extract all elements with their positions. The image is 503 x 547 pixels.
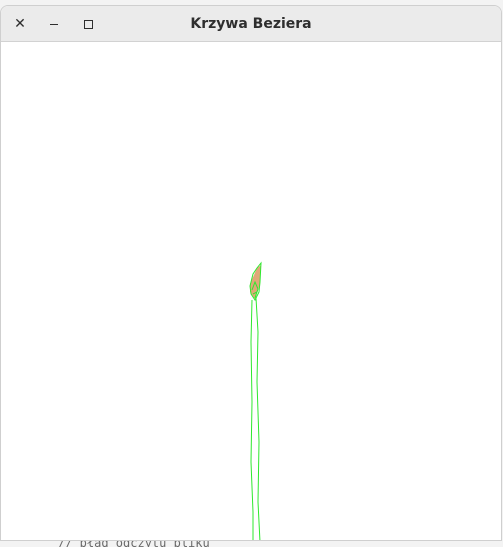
app-window: ✕ Krzywa Beziera <box>0 5 502 541</box>
window-title: Krzywa Beziera <box>190 16 312 32</box>
title-bar[interactable]: ✕ Krzywa Beziera <box>1 6 501 42</box>
desktop-background: // błąd odczytu pliku ✕ Krzywa Beziera <box>0 0 503 547</box>
bezier-stem-left <box>250 299 254 540</box>
bezier-drawing <box>249 261 262 540</box>
bezier-stem-right <box>255 297 261 540</box>
drawing-canvas[interactable] <box>1 42 501 540</box>
